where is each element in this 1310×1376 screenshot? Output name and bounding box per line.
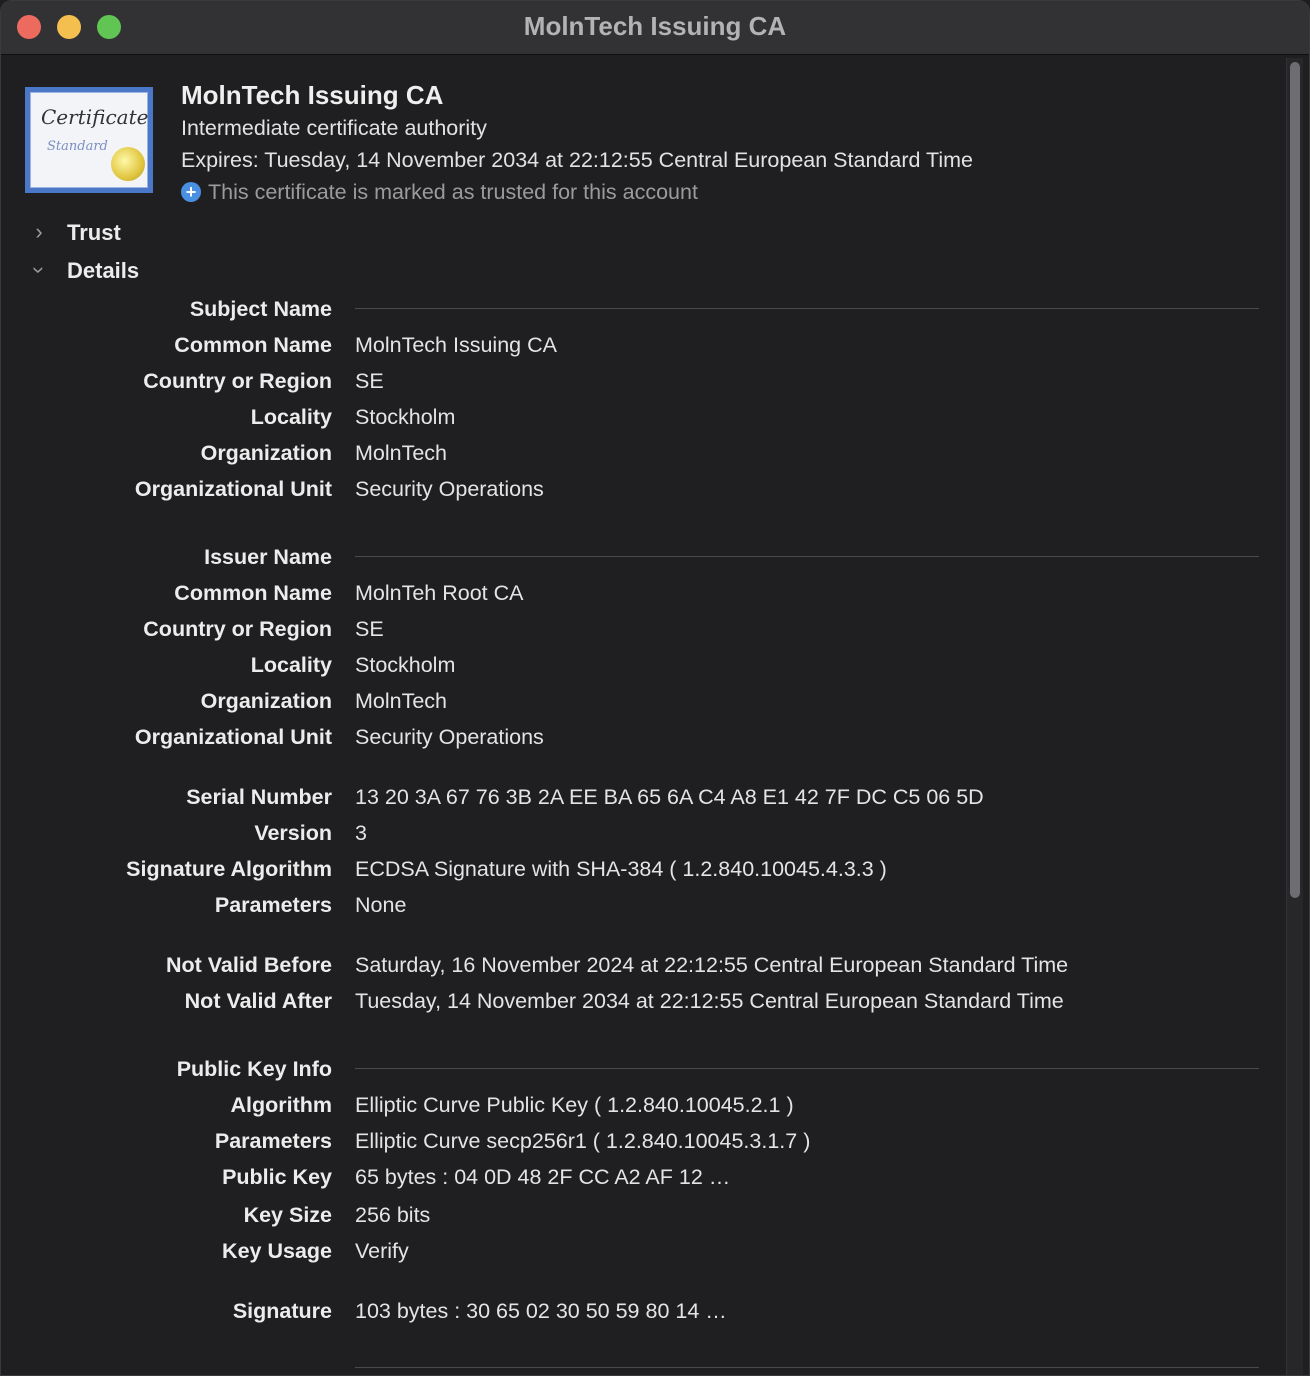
divider (355, 1068, 1259, 1069)
field-label: Public Key (222, 1165, 332, 1189)
title-bar: MolnTech Issuing CA (1, 1, 1309, 55)
field-value: ECDSA Signature with SHA-384 ( 1.2.840.1… (355, 857, 887, 881)
field-label: Organization (200, 441, 332, 465)
field-label: Locality (250, 653, 332, 677)
vertical-scrollbar[interactable] (1286, 58, 1303, 1375)
chevron-right-icon[interactable]: › (27, 219, 51, 245)
field-label: Algorithm (230, 1093, 332, 1117)
certificate-window: MolnTech Issuing CA Certificate Standard… (0, 0, 1310, 1376)
field-label: Organizational Unit (134, 477, 332, 501)
field-label: Signature (232, 1299, 332, 1323)
field-value: MolnTech (355, 689, 448, 713)
field-value: None (355, 893, 407, 917)
field-value: 256 bits (355, 1203, 431, 1227)
issuer-name-heading: Issuer Name (204, 545, 332, 569)
window-title: MolnTech Issuing CA (523, 11, 787, 41)
field-value: Tuesday, 14 November 2034 at 22:12:55 Ce… (355, 989, 1064, 1013)
chevron-down-icon[interactable]: › (26, 258, 52, 282)
field-label: Common Name (174, 333, 332, 357)
field-label: Key Size (243, 1203, 332, 1227)
field-label: Parameters (214, 1129, 332, 1153)
field-label: Key Usage (222, 1239, 332, 1263)
field-label: Country or Region (143, 369, 332, 393)
serial-number-value: 13 20 3A 67 76 3B 2A EE BA 65 6A C4 A8 E… (355, 785, 984, 809)
field-value: 65 bytes : 04 0D 48 2F CC A2 AF 12 … (355, 1165, 731, 1189)
public-key-info-heading: Public Key Info (176, 1057, 332, 1081)
field-label: Not Valid After (184, 989, 332, 1013)
field-label: Version (254, 821, 332, 845)
trust-status-text: This certificate is marked as trusted fo… (208, 180, 698, 204)
field-label: Organization (200, 689, 332, 713)
field-value: Stockholm (355, 405, 456, 429)
field-value: Elliptic Curve secp256r1 ( 1.2.840.10045… (355, 1129, 811, 1153)
scrollbar-thumb[interactable] (1290, 62, 1300, 898)
divider (355, 308, 1259, 309)
field-label: Organizational Unit (134, 725, 332, 749)
subject-name-heading: Subject Name (189, 297, 332, 321)
field-value: MolnTech (355, 441, 448, 465)
field-value: Stockholm (355, 653, 456, 677)
seal-icon (111, 147, 145, 181)
field-value: SE (355, 369, 384, 393)
field-value: SE (355, 617, 384, 641)
certificate-name: MolnTech Issuing CA (181, 80, 444, 110)
field-value: MolnTech Issuing CA (355, 333, 557, 357)
field-label: Signature Algorithm (126, 857, 332, 881)
details-section-toggle[interactable]: Details (67, 258, 139, 284)
field-value: 3 (355, 821, 367, 845)
field-label: Serial Number (186, 785, 332, 809)
certificate-expiry: Expires: Tuesday, 14 November 2034 at 22… (181, 148, 973, 172)
field-label: Common Name (174, 581, 332, 605)
field-label: Locality (250, 405, 332, 429)
certificate-kind: Intermediate certificate authority (181, 116, 487, 140)
divider (355, 1367, 1259, 1368)
field-value: MolnTeh Root CA (355, 581, 524, 605)
trusted-plus-icon: + (181, 182, 201, 202)
trust-section-toggle[interactable]: Trust (67, 220, 121, 246)
field-value: Verify (355, 1239, 409, 1263)
field-value: Security Operations (355, 477, 544, 501)
field-value: Saturday, 16 November 2024 at 22:12:55 C… (355, 953, 1069, 977)
field-value: 103 bytes : 30 65 02 30 50 59 80 14 … (355, 1299, 727, 1323)
certificate-icon: Certificate Standard (25, 87, 153, 193)
field-value: Elliptic Curve Public Key ( 1.2.840.1004… (355, 1093, 794, 1117)
field-label: Parameters (214, 893, 332, 917)
field-value: Security Operations (355, 725, 544, 749)
field-label: Country or Region (143, 617, 332, 641)
field-label: Not Valid Before (165, 953, 332, 977)
divider (355, 556, 1259, 557)
